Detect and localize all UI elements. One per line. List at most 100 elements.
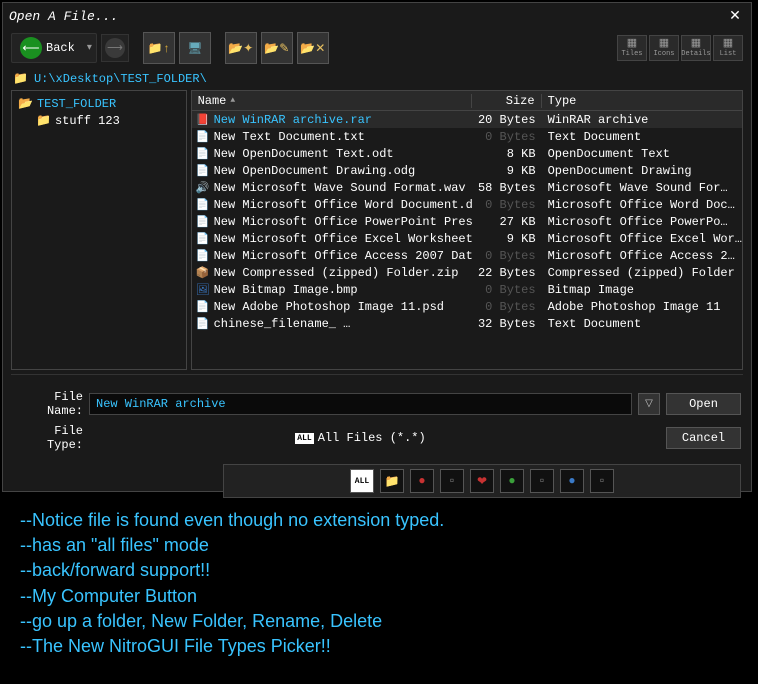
column-type[interactable]: Type: [542, 94, 742, 108]
filetype-row: File Type: ALL All Files (*.*) Cancel: [13, 424, 741, 452]
view-tiles-button[interactable]: ▦Tiles: [617, 35, 647, 61]
view-icons-button[interactable]: ▦Icons: [649, 35, 679, 61]
file-name-cell: 📄New Text Document.txt: [192, 130, 472, 144]
file-type-cell: Compressed (zipped) Folder: [542, 266, 742, 280]
all-files-icon: ALL: [295, 433, 313, 444]
file-name-cell: 📄New Adobe Photoshop Image 11.psd: [192, 300, 472, 314]
file-icon: 📄: [196, 198, 210, 212]
filetype-label: File Type:: [13, 424, 83, 452]
file-name-cell: 📄chinese_filename_ …: [192, 317, 472, 331]
tree-child-label: stuff 123: [55, 114, 120, 128]
file-row[interactable]: 📄New Microsoft Office PowerPoint Present…: [192, 213, 742, 230]
back-label: Back: [46, 41, 75, 55]
view-list-button[interactable]: ▦List: [713, 35, 743, 61]
file-list-panel: Name▲ Size Type 📕New WinRAR archive.rar2…: [191, 90, 743, 370]
bottom-panel: File Name: ▽ Open File Type: ALL All Fil…: [3, 380, 751, 460]
rename-button[interactable]: 📂✎: [261, 32, 293, 64]
column-headers: Name▲ Size Type: [192, 91, 742, 111]
file-row[interactable]: 📄New OpenDocument Drawing.odg9 KBOpenDoc…: [192, 162, 742, 179]
filetype-picker-item[interactable]: ▫: [440, 469, 464, 493]
file-name-cell: 📄New Microsoft Office Access 2007 Datab…: [192, 249, 472, 263]
up-folder-icon: 📁↑: [148, 41, 170, 56]
file-name-cell: 🖼New Bitmap Image.bmp: [192, 283, 472, 297]
file-size-cell: 20 Bytes: [472, 113, 542, 127]
back-button[interactable]: ⟵ Back: [12, 34, 83, 62]
file-row[interactable]: 🖼New Bitmap Image.bmp0 BytesBitmap Image: [192, 281, 742, 298]
file-type-cell: Text Document: [542, 317, 742, 331]
filename-dropdown[interactable]: ▽: [638, 393, 660, 415]
file-type-cell: Microsoft Office Excel Wor…: [542, 232, 742, 246]
column-size[interactable]: Size: [472, 94, 542, 108]
my-computer-button[interactable]: 🖥: [179, 32, 211, 64]
annotation-line: --back/forward support!!: [20, 558, 738, 583]
file-row[interactable]: 📄chinese_filename_ …32 BytesText Documen…: [192, 315, 742, 332]
filetype-picker-item[interactable]: 📁: [380, 469, 404, 493]
file-icon: 📄: [196, 147, 210, 161]
filename-input[interactable]: [89, 393, 632, 415]
annotation-line: --The New NitroGUI File Types Picker!!: [20, 634, 738, 659]
file-row[interactable]: 🔊New Microsoft Wave Sound Format.wav58 B…: [192, 179, 742, 196]
file-icon: 📄: [196, 232, 210, 246]
file-type-cell: WinRAR archive: [542, 113, 742, 127]
file-type-cell: OpenDocument Drawing: [542, 164, 742, 178]
file-size-cell: 9 KB: [472, 232, 542, 246]
delete-icon: 📂✕: [300, 41, 325, 56]
file-name-cell: 📄New Microsoft Office Excel Worksheet.xl…: [192, 232, 472, 246]
column-name[interactable]: Name▲: [192, 94, 472, 108]
file-row[interactable]: 📄New OpenDocument Text.odt8 KBOpenDocume…: [192, 145, 742, 162]
cancel-button[interactable]: Cancel: [666, 427, 741, 449]
toolbar: ⟵ Back ▾ ⟶ 📁↑ 🖥 📂✦ 📂✎ 📂✕ ▦Tiles▦Icons▦De…: [3, 29, 751, 69]
file-type-cell: OpenDocument Text: [542, 147, 742, 161]
file-row[interactable]: 📄New Microsoft Office Excel Worksheet.xl…: [192, 230, 742, 247]
close-button[interactable]: ✕: [725, 7, 745, 25]
filetype-picker-item[interactable]: ●: [500, 469, 524, 493]
close-icon: ✕: [729, 8, 741, 25]
file-type-cell: Microsoft Office Access 2…: [542, 249, 742, 263]
file-row[interactable]: 📄New Microsoft Office Access 2007 Datab……: [192, 247, 742, 264]
file-icon: 📕: [196, 113, 210, 127]
computer-icon: 🖥: [187, 41, 202, 56]
back-arrow-icon: ⟵: [20, 37, 42, 59]
new-folder-button[interactable]: 📂✦: [225, 32, 257, 64]
filetype-picker-item[interactable]: ▫: [530, 469, 554, 493]
filetype-picker-item[interactable]: ALL: [350, 469, 374, 493]
file-name-cell: 🔊New Microsoft Wave Sound Format.wav: [192, 181, 472, 195]
file-row[interactable]: 📄New Adobe Photoshop Image 11.psd0 Bytes…: [192, 298, 742, 315]
annotation-text: --Notice file is found even though no ex…: [0, 494, 758, 673]
file-row[interactable]: 📄New Microsoft Office Word Document.docx…: [192, 196, 742, 213]
tree-root[interactable]: 📂 TEST_FOLDER: [16, 95, 182, 112]
sort-asc-icon: ▲: [230, 96, 235, 105]
delete-button[interactable]: 📂✕: [297, 32, 329, 64]
file-type-cell: Adobe Photoshop Image 11: [542, 300, 742, 314]
open-button[interactable]: Open: [666, 393, 741, 415]
filetype-picker-item[interactable]: ●: [410, 469, 434, 493]
tree-root-label: TEST_FOLDER: [37, 97, 116, 111]
file-icon: 📄: [196, 300, 210, 314]
filetype-picker-item[interactable]: ▫: [590, 469, 614, 493]
file-row[interactable]: 📕New WinRAR archive.rar20 BytesWinRAR ar…: [192, 111, 742, 128]
dialog-title: Open A File...: [9, 9, 118, 24]
file-icon: 📄: [196, 164, 210, 178]
filetype-picker-item[interactable]: ❤: [470, 469, 494, 493]
folder-icon: 📁: [13, 71, 28, 86]
file-icon: 📦: [196, 266, 210, 280]
filetype-picker-item[interactable]: ●: [560, 469, 584, 493]
view-icon: ▦: [659, 39, 669, 50]
file-row[interactable]: 📄New Text Document.txt0 BytesText Docume…: [192, 128, 742, 145]
path-text[interactable]: U:\xDesktop\TEST_FOLDER\: [34, 72, 207, 86]
file-icon: 📄: [196, 249, 210, 263]
file-size-cell: 58 Bytes: [472, 181, 542, 195]
titlebar: Open A File... ✕: [3, 3, 751, 29]
folder-tree: 📂 TEST_FOLDER 📁 stuff 123: [11, 90, 187, 370]
up-folder-button[interactable]: 📁↑: [143, 32, 175, 64]
file-open-dialog: Open A File... ✕ ⟵ Back ▾ ⟶ 📁↑ 🖥 📂✦ 📂✎ 📂…: [2, 2, 752, 492]
forward-arrow-icon: ⟶: [105, 38, 125, 58]
file-row[interactable]: 📦New Compressed (zipped) Folder.zip22 By…: [192, 264, 742, 281]
file-size-cell: 9 KB: [472, 164, 542, 178]
file-name-cell: 📄New Microsoft Office PowerPoint Present…: [192, 215, 472, 229]
view-details-button[interactable]: ▦Details: [681, 35, 711, 61]
back-history-dropdown[interactable]: ▾: [83, 39, 96, 57]
file-type-cell: Microsoft Office Word Doc…: [542, 198, 742, 212]
forward-button[interactable]: ⟶: [101, 34, 129, 62]
tree-child[interactable]: 📁 stuff 123: [16, 112, 182, 129]
